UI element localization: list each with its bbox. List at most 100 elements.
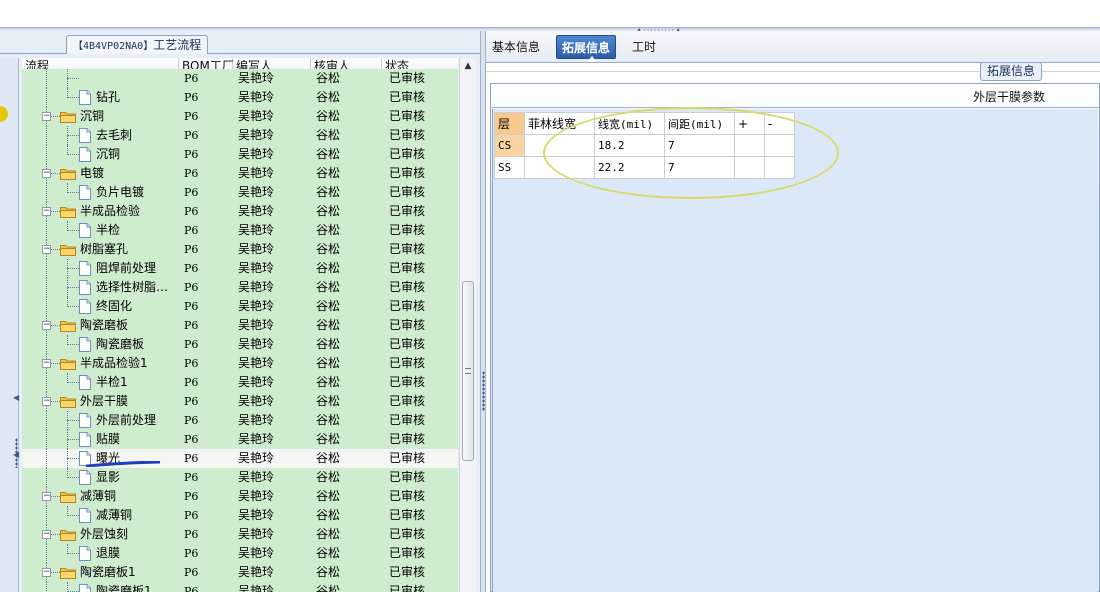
status-cell: 已审核 bbox=[389, 527, 426, 541]
tree-row[interactable]: − 陶瓷磨板1 P6 吴艳玲 谷松 已审核 bbox=[22, 563, 458, 582]
tree-row[interactable]: 阻焊前处理 P6 吴艳玲 谷松 已审核 bbox=[22, 259, 458, 278]
tree-row[interactable]: 负片电镀 P6 吴艳玲 谷松 已审核 bbox=[22, 183, 458, 202]
reviewer-cell: 谷松 bbox=[316, 337, 341, 351]
tree-row[interactable]: 减薄铜 P6 吴艳玲 谷松 已审核 bbox=[22, 506, 458, 525]
tree-row[interactable]: − 外层干膜 P6 吴艳玲 谷松 已审核 bbox=[22, 392, 458, 411]
tree-row[interactable]: 退膜 P6 吴艳玲 谷松 已审核 bbox=[22, 544, 458, 563]
expander-icon[interactable]: − bbox=[42, 397, 51, 406]
status-cell: 已审核 bbox=[389, 394, 426, 408]
tree-node-label: 沉铜 bbox=[96, 147, 121, 161]
tree-row[interactable]: − 减薄铜 P6 吴艳玲 谷松 已审核 bbox=[22, 487, 458, 506]
bom-cell: P6 bbox=[184, 224, 199, 237]
bom-cell: P6 bbox=[184, 357, 199, 370]
writer-cell: 吴艳玲 bbox=[238, 508, 275, 522]
scroll-thumb[interactable] bbox=[462, 281, 474, 461]
tree-row[interactable]: 陶瓷磨板1 P6 吴艳玲 谷松 已审核 bbox=[22, 582, 458, 592]
reviewer-cell: 谷松 bbox=[316, 223, 341, 237]
reviewer-cell: 谷松 bbox=[316, 109, 341, 123]
reviewer-cell: 谷松 bbox=[316, 242, 341, 256]
reviewer-cell: 谷松 bbox=[316, 90, 341, 104]
bom-cell: P6 bbox=[184, 91, 199, 104]
tree-row[interactable]: 半检1 P6 吴艳玲 谷松 已审核 bbox=[22, 373, 458, 392]
tree-row[interactable]: 贴膜 P6 吴艳玲 谷松 已审核 bbox=[22, 430, 458, 449]
tree-row[interactable]: 半检 P6 吴艳玲 谷松 已审核 bbox=[22, 221, 458, 240]
expander-icon[interactable]: − bbox=[42, 245, 51, 254]
tree-row[interactable]: P6 吴艳玲 谷松 已审核 bbox=[22, 69, 458, 88]
expander-icon[interactable]: − bbox=[42, 492, 51, 501]
detail-tabstrip: 基本信息 拓展信息 工时 bbox=[486, 31, 1100, 63]
bom-cell: P6 bbox=[184, 186, 199, 199]
reviewer-cell: 谷松 bbox=[316, 413, 341, 427]
reviewer-cell: 谷松 bbox=[316, 71, 341, 85]
expander-icon[interactable]: − bbox=[42, 112, 51, 121]
tree-row[interactable]: − 外层蚀刻 P6 吴艳玲 谷松 已审核 bbox=[22, 525, 458, 544]
tree-node-label: 负片电镀 bbox=[96, 185, 145, 199]
tab-work-hours[interactable]: 工时 bbox=[627, 35, 661, 59]
expander-icon[interactable]: − bbox=[42, 169, 51, 178]
expander-icon[interactable]: − bbox=[42, 530, 51, 539]
tree-node-label: 半成品检验 bbox=[80, 204, 141, 218]
bom-cell: P6 bbox=[184, 319, 199, 332]
layer-cell[interactable]: CS bbox=[494, 134, 525, 157]
reviewer-cell: 谷松 bbox=[316, 356, 341, 370]
tree-row[interactable]: − 半成品检验1 P6 吴艳玲 谷松 已审核 bbox=[22, 354, 458, 373]
tree-node-label: 半检1 bbox=[96, 375, 128, 389]
expander-icon[interactable]: − bbox=[42, 568, 51, 577]
scroll-up-icon[interactable]: ▲ bbox=[460, 58, 476, 75]
bom-cell: P6 bbox=[184, 167, 199, 180]
collapse-left-icon-2[interactable]: ◀ bbox=[13, 450, 19, 459]
tree-row[interactable]: 沉铜 P6 吴艳玲 谷松 已审核 bbox=[22, 145, 458, 164]
tree-row[interactable]: 选择性树脂… P6 吴艳玲 谷松 已审核 bbox=[22, 278, 458, 297]
reviewer-cell: 谷松 bbox=[316, 584, 341, 592]
status-cell: 已审核 bbox=[389, 337, 426, 351]
splitter-grip-icon[interactable] bbox=[482, 371, 485, 411]
folder-icon bbox=[60, 169, 76, 180]
folder-icon bbox=[60, 397, 76, 408]
status-cell: 已审核 bbox=[389, 451, 426, 465]
reviewer-cell: 谷松 bbox=[316, 185, 341, 199]
layer-cell[interactable]: SS bbox=[494, 156, 525, 179]
folder-icon bbox=[60, 359, 76, 370]
header-layer[interactable]: 层 bbox=[494, 112, 525, 135]
tab-extended-info[interactable]: 拓展信息 bbox=[556, 35, 617, 59]
expander-icon[interactable]: − bbox=[42, 359, 51, 368]
expander-icon[interactable]: − bbox=[42, 321, 51, 330]
writer-cell: 吴艳玲 bbox=[238, 356, 275, 370]
tree-node-label: 选择性树脂… bbox=[96, 280, 169, 294]
tree-row[interactable]: 外层前处理 P6 吴艳玲 谷松 已审核 bbox=[22, 411, 458, 430]
detail-panel: 基本信息 拓展信息 工时 拓展信息 外层干膜参数 层 菲林线宽 线宽(mil) … bbox=[486, 31, 1100, 592]
vertical-scrollbar[interactable]: ▲ bbox=[459, 58, 476, 592]
bom-cell: P6 bbox=[184, 72, 199, 85]
writer-cell: 吴艳玲 bbox=[238, 109, 275, 123]
status-cell: 已审核 bbox=[389, 242, 426, 256]
tree-row[interactable]: 终固化 P6 吴艳玲 谷松 已审核 bbox=[22, 297, 458, 316]
tree-row[interactable]: − 陶瓷磨板 P6 吴艳玲 谷松 已审核 bbox=[22, 316, 458, 335]
reviewer-cell: 谷松 bbox=[316, 546, 341, 560]
tree-row[interactable]: − 半成品检验 P6 吴艳玲 谷松 已审核 bbox=[22, 202, 458, 221]
bom-cell: P6 bbox=[184, 509, 199, 522]
tab-process-flow[interactable]: 【4B4VP02NA0】工艺流程 bbox=[66, 35, 209, 54]
tree-row[interactable]: 去毛刺 P6 吴艳玲 谷松 已审核 bbox=[22, 126, 458, 145]
tree-row[interactable]: 显影 P6 吴艳玲 谷松 已审核 bbox=[22, 468, 458, 487]
writer-cell: 吴艳玲 bbox=[238, 166, 275, 180]
tab-basic-info[interactable]: 基本信息 bbox=[487, 35, 545, 59]
file-icon bbox=[79, 470, 91, 485]
expander-icon[interactable]: − bbox=[42, 207, 51, 216]
tree-row[interactable]: 钻孔 P6 吴艳玲 谷松 已审核 bbox=[22, 88, 458, 107]
status-cell: 已审核 bbox=[389, 185, 426, 199]
collapse-left-icon[interactable]: ◀ bbox=[13, 393, 19, 402]
tree-row[interactable]: − 电镀 P6 吴艳玲 谷松 已审核 bbox=[22, 164, 458, 183]
tree-row[interactable]: − 树脂塞孔 P6 吴艳玲 谷松 已审核 bbox=[22, 240, 458, 259]
file-icon bbox=[79, 261, 91, 276]
tree-row[interactable]: 陶瓷磨板 P6 吴艳玲 谷松 已审核 bbox=[22, 335, 458, 354]
file-icon bbox=[79, 508, 91, 523]
bom-cell: P6 bbox=[184, 566, 199, 579]
writer-cell: 吴艳玲 bbox=[238, 318, 275, 332]
writer-cell: 吴艳玲 bbox=[238, 147, 275, 161]
status-cell: 已审核 bbox=[389, 109, 426, 123]
tree-row[interactable]: − 沉铜 P6 吴艳玲 谷松 已审核 bbox=[22, 107, 458, 126]
annotation-ellipse bbox=[543, 107, 839, 199]
folder-icon bbox=[60, 245, 76, 256]
writer-cell: 吴艳玲 bbox=[238, 128, 275, 142]
process-flow-panel: 【4B4VP02NA0】工艺流程 ◀ ◀ 流程 BOM工厂 编写人 核审人 状态… bbox=[0, 31, 480, 592]
